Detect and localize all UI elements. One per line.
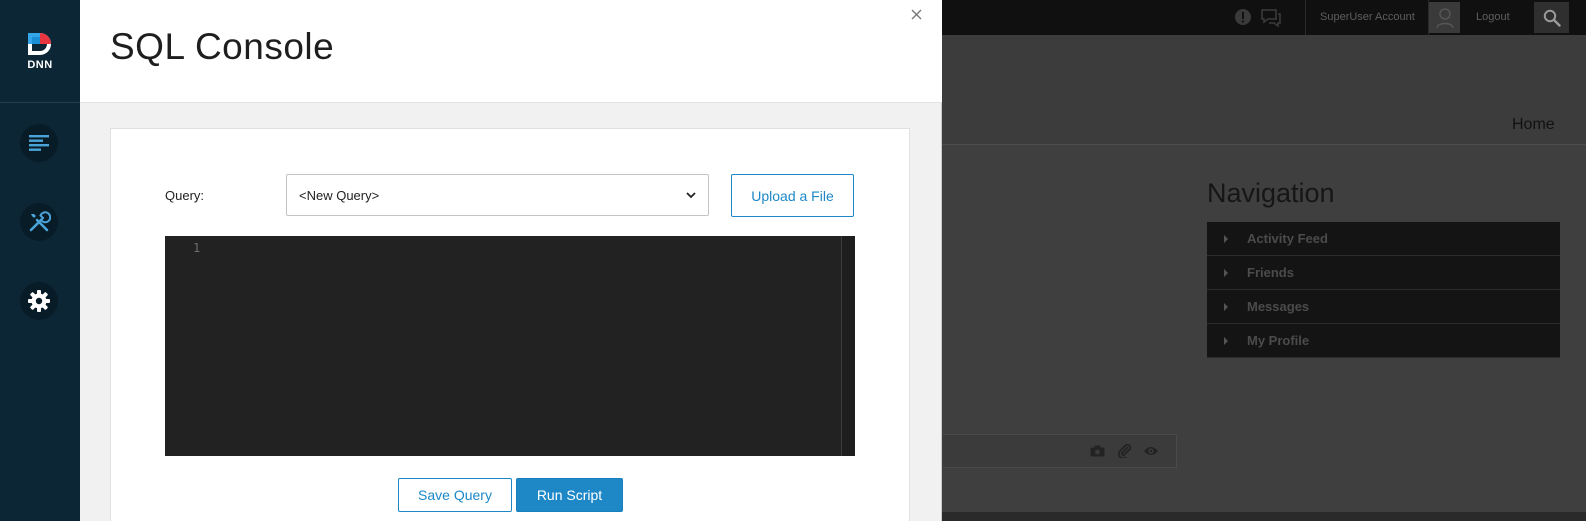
notifications-icon[interactable] — [1231, 6, 1255, 28]
tools-button[interactable] — [20, 203, 58, 241]
persona-bar: DNN — [0, 0, 80, 521]
page-title: SQL Console — [110, 26, 335, 67]
caret-right-icon — [1224, 302, 1228, 311]
sql-editor[interactable]: 1 — [165, 236, 855, 456]
editor-scrollbar[interactable] — [841, 236, 855, 456]
line-number: 1 — [193, 241, 201, 255]
close-icon — [911, 9, 921, 19]
navigation-list: Activity Feed Friends Messages My Profil… — [1207, 222, 1560, 358]
logout-link[interactable]: Logout — [1476, 11, 1510, 23]
nav-item-friends[interactable]: Friends — [1207, 256, 1560, 290]
panel-header: SQL Console — [80, 0, 942, 103]
topbar-divider — [1305, 0, 1306, 35]
logo-text: DNN — [27, 59, 53, 71]
attachment-icon[interactable] — [1117, 444, 1133, 458]
tools-icon — [29, 211, 51, 232]
home-link[interactable]: Home — [1512, 116, 1555, 134]
nav-item-messages[interactable]: Messages — [1207, 290, 1560, 324]
caret-right-icon — [1224, 268, 1228, 277]
caret-right-icon — [1224, 234, 1228, 243]
nav-item-activity-feed[interactable]: Activity Feed — [1207, 222, 1560, 256]
settings-button[interactable] — [20, 282, 58, 320]
nav-item-my-profile[interactable]: My Profile — [1207, 324, 1560, 358]
run-script-button[interactable]: Run Script — [516, 478, 623, 512]
account-link[interactable]: SuperUser Account — [1320, 11, 1415, 23]
navigation-title: Navigation — [1207, 178, 1335, 208]
content-button[interactable] — [20, 124, 58, 162]
site-search-button[interactable] — [1534, 2, 1569, 33]
comment-input-box[interactable] — [943, 434, 1177, 468]
search-icon — [1543, 9, 1561, 27]
sql-console-panel: SQL Console Query: <New Query> Upload a … — [80, 0, 942, 521]
eye-icon[interactable] — [1143, 444, 1159, 458]
nav-item-label: Messages — [1247, 299, 1310, 314]
save-query-button[interactable]: Save Query — [398, 478, 512, 512]
caret-right-icon — [1224, 336, 1228, 345]
gear-icon — [28, 290, 50, 312]
sql-console-card: Query: <New Query> Upload a File 1 Save … — [110, 128, 910, 521]
query-select[interactable]: <New Query> — [286, 174, 709, 216]
query-select-value: <New Query> — [299, 187, 380, 203]
close-button[interactable] — [909, 7, 923, 21]
dnn-logo-icon — [28, 33, 51, 55]
nav-item-label: Activity Feed — [1247, 231, 1328, 246]
query-label: Query: — [165, 188, 205, 203]
avatar[interactable] — [1429, 2, 1460, 33]
nav-item-label: Friends — [1247, 265, 1294, 280]
nav-item-label: My Profile — [1247, 333, 1310, 348]
dnn-logo[interactable]: DNN — [0, 0, 80, 103]
camera-icon[interactable] — [1089, 444, 1105, 458]
content-icon — [29, 135, 49, 151]
messages-icon[interactable] — [1259, 6, 1283, 28]
chevron-down-icon — [686, 191, 696, 198]
upload-file-button[interactable]: Upload a File — [731, 174, 854, 217]
